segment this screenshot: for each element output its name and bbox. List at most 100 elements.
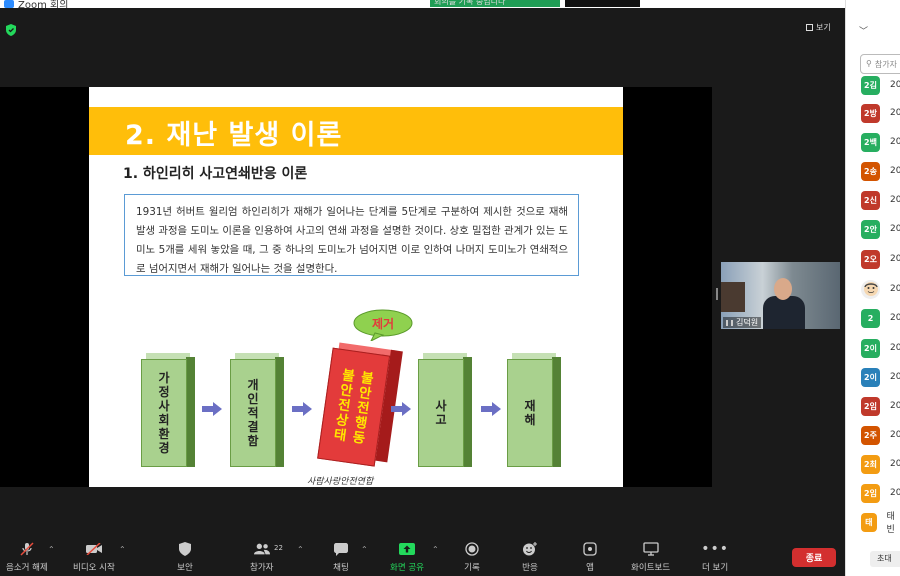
start-video-button[interactable]: 비디오 시작: [73, 542, 115, 573]
record-icon: [464, 542, 480, 556]
participant-search-placeholder: 참가자: [874, 60, 897, 69]
security-shield-icon: [177, 542, 193, 556]
participant-name: 20: [890, 343, 900, 353]
participant-row[interactable]: 2백 20: [861, 132, 900, 152]
reactions-button[interactable]: 반응: [522, 542, 538, 573]
participant-name: 20: [890, 488, 900, 498]
more-dots-icon: •••: [701, 541, 729, 557]
participant-row[interactable]: 2이 20: [861, 367, 900, 387]
chat-button[interactable]: 채팅: [333, 542, 349, 573]
signal-icon: [726, 319, 733, 326]
arrow-right-icon: [391, 402, 411, 416]
security-button[interactable]: 보안: [177, 542, 193, 573]
participant-row[interactable]: 2방 20: [861, 103, 900, 123]
apps-icon: [582, 542, 598, 556]
participant-search-input[interactable]: ⚲ 참가자: [860, 54, 900, 74]
invite-button[interactable]: 초대: [870, 551, 900, 567]
participant-name: 20: [890, 459, 900, 469]
participant-name: 20: [890, 254, 900, 264]
speech-bubble-label: 제거: [371, 317, 395, 331]
participants-icon: [253, 542, 270, 556]
presentation-slide: 2. 재난 발생 이론 1. 하인리히 사고연쇄반응 이론 1931년 허버트 …: [89, 87, 623, 487]
participant-avatar: 2: [861, 308, 880, 328]
participant-row[interactable]: 2송 20: [861, 161, 900, 181]
emoji-smile-icon: [522, 542, 538, 556]
view-button[interactable]: 보기: [806, 22, 831, 33]
share-options-caret-icon[interactable]: ⌃: [432, 545, 439, 554]
participant-avatar: 2송: [861, 161, 880, 181]
mic-muted-icon: [19, 542, 35, 556]
chat-bubble-icon: [333, 542, 349, 556]
participant-row[interactable]: 태 태빈: [861, 512, 900, 535]
banner-action-button[interactable]: [565, 0, 640, 7]
participant-avatar: 2백: [861, 132, 880, 152]
more-label: 더 보기: [702, 563, 729, 573]
participant-row[interactable]: 20: [861, 279, 900, 299]
encryption-shield-icon[interactable]: [6, 24, 16, 36]
participant-name: 20: [890, 284, 900, 294]
participant-row[interactable]: 2신 20: [861, 190, 900, 210]
participant-avatar: 2신: [861, 190, 880, 210]
video-participant-name: 김덕원: [736, 318, 759, 327]
participants-options-caret-icon[interactable]: ⌃: [297, 545, 304, 554]
whiteboard-label: 화이트보드: [631, 563, 671, 573]
participant-row[interactable]: 2오 20: [861, 249, 900, 269]
participant-avatar: 2오: [861, 249, 880, 269]
domino-2: 개인적 결함: [230, 353, 284, 467]
end-meeting-button[interactable]: 종료: [792, 548, 836, 567]
arrow-right-icon: [202, 402, 222, 416]
participant-name: 20: [890, 166, 900, 176]
participant-row[interactable]: 2 20: [861, 308, 900, 328]
chat-label: 채팅: [333, 563, 349, 573]
participant-name: 태빈: [886, 512, 895, 535]
domino-5: 재 해: [507, 353, 561, 467]
participant-name: 20: [890, 372, 900, 382]
title-bar: [0, 0, 845, 8]
meeting-toolbar: 음소거 해제 ⌃ 비디오 시작 ⌃ 보안 참가자 22 ⌃ 채팅 ⌃ 화면 공유…: [0, 536, 845, 576]
video-name-tag: 김덕원: [723, 317, 762, 328]
participant-row[interactable]: 2임 20: [861, 396, 900, 416]
share-screen-button[interactable]: 화면 공유: [390, 542, 424, 573]
reactions-label: 반응: [522, 563, 538, 573]
slide-description: 1931년 허버트 윌리엄 하인리히가 재해가 일어나는 단계를 5단계로 구분…: [124, 194, 579, 276]
domino-1-label: 가정사회환경: [158, 371, 170, 455]
view-button-label: 보기: [816, 23, 831, 32]
participants-button[interactable]: 참가자: [250, 542, 273, 573]
domino-4-label: 사 고: [435, 399, 447, 427]
participant-avatar: 2안: [861, 219, 880, 239]
whiteboard-icon: [642, 542, 659, 556]
security-label: 보안: [177, 563, 193, 573]
participant-name: 20: [890, 80, 900, 90]
share-screen-icon: [398, 542, 415, 556]
arrow-right-icon: [481, 402, 501, 416]
participant-row[interactable]: 2이 20: [861, 338, 900, 358]
grid-view-icon: [806, 24, 813, 31]
participant-name: 20: [890, 137, 900, 147]
video-splitter-handle[interactable]: [716, 288, 718, 300]
participant-row[interactable]: 2최 20: [861, 454, 900, 474]
participant-row[interactable]: 2안 20: [861, 219, 900, 239]
participant-row[interactable]: 2임 20: [861, 483, 900, 503]
whiteboard-button[interactable]: 화이트보드: [631, 542, 670, 573]
participant-avatar: 2최: [861, 454, 880, 474]
participant-avatar: 2주: [861, 425, 880, 445]
domino-3: 불안전상태 불안전행동: [317, 342, 403, 469]
collapse-chevron-icon[interactable]: ﹀: [859, 24, 868, 37]
participant-name: 20: [890, 430, 900, 440]
participant-row[interactable]: 2김 20: [861, 75, 900, 95]
share-screen-label: 화면 공유: [390, 563, 424, 573]
start-video-label: 비디오 시작: [73, 563, 115, 573]
record-button[interactable]: 기록: [464, 542, 480, 573]
participant-video[interactable]: 김덕원: [721, 262, 840, 329]
participant-avatar: 태: [861, 512, 877, 532]
more-button[interactable]: ••• 더 보기: [701, 541, 729, 573]
participant-avatar: 2방: [861, 103, 880, 123]
audio-options-caret-icon[interactable]: ⌃: [48, 545, 55, 554]
search-icon: ⚲: [866, 59, 872, 68]
unmute-button[interactable]: 음소거 해제: [6, 542, 48, 573]
chat-options-caret-icon[interactable]: ⌃: [361, 545, 368, 554]
apps-button[interactable]: 앱: [582, 542, 598, 573]
participant-row[interactable]: 2주 20: [861, 425, 900, 445]
participant-name: 20: [890, 224, 900, 234]
video-options-caret-icon[interactable]: ⌃: [119, 545, 126, 554]
